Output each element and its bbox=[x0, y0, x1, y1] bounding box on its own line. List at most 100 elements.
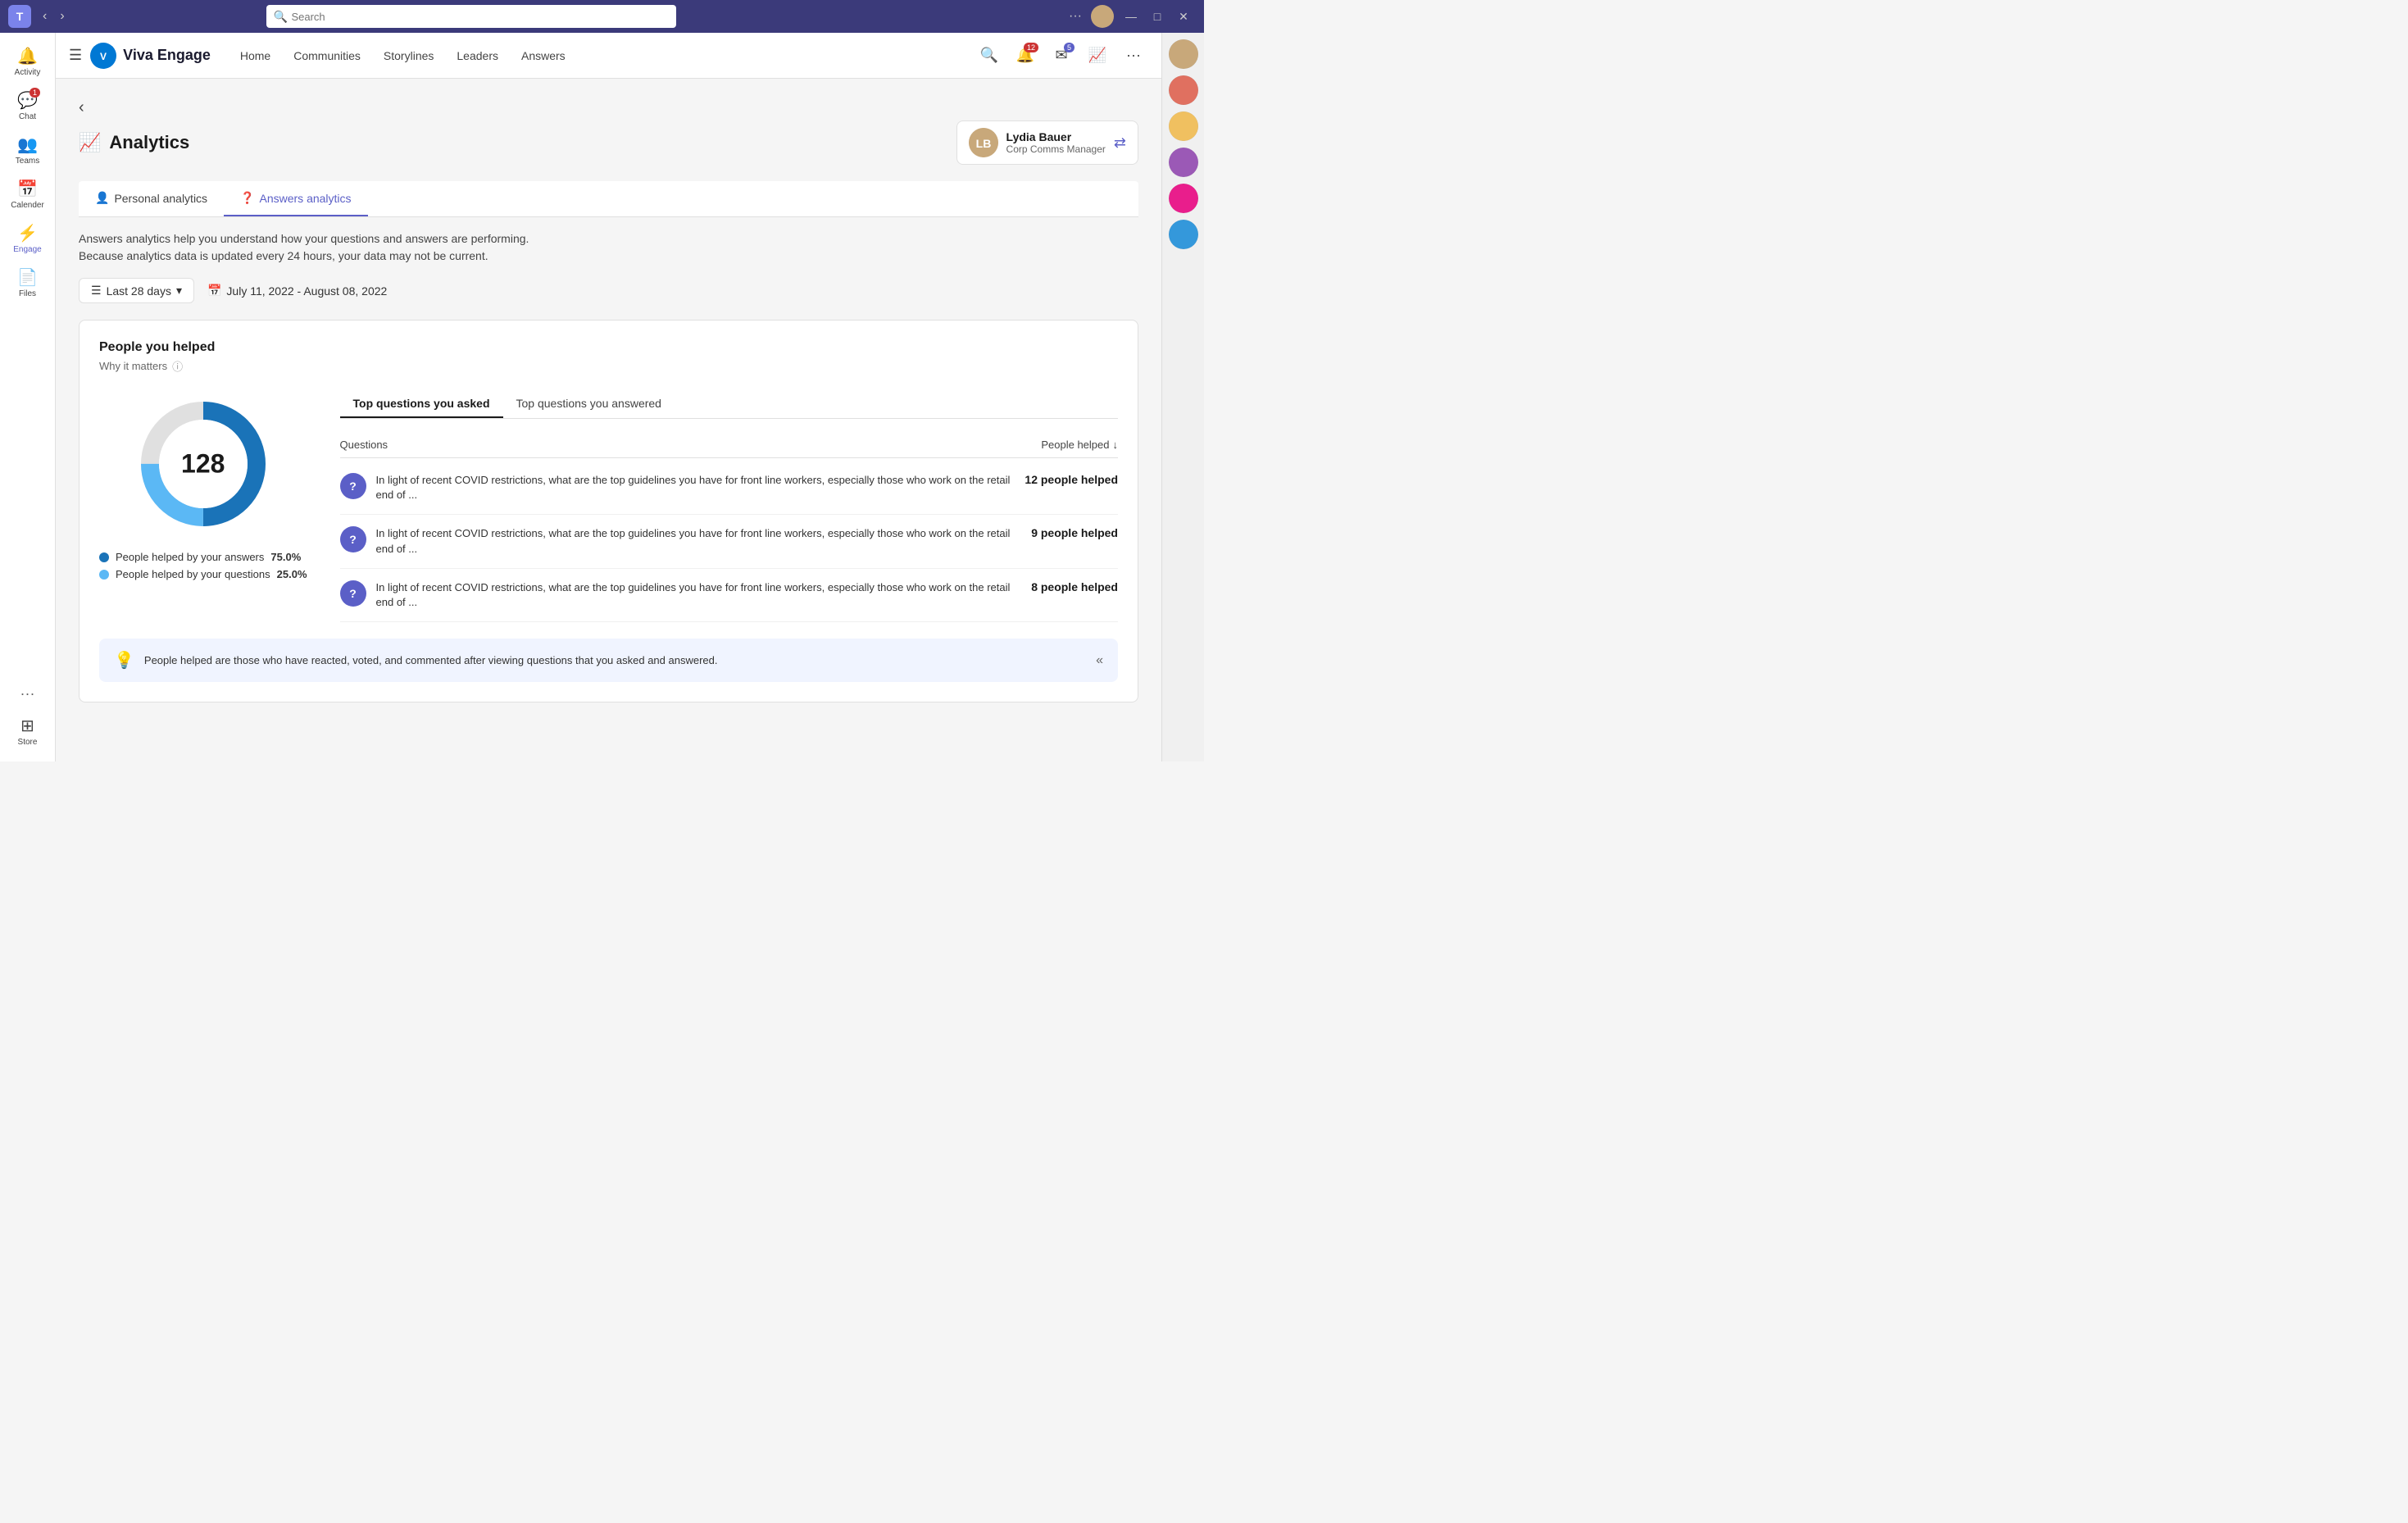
svg-text:LB: LB bbox=[975, 137, 991, 150]
table-row: ? In light of recent COVID restrictions,… bbox=[340, 569, 1118, 622]
search-button[interactable]: 🔍 bbox=[975, 41, 1004, 70]
table-row: ? In light of recent COVID restrictions,… bbox=[340, 515, 1118, 568]
sidebar-item-chat[interactable]: 💬 Chat 1 bbox=[0, 84, 55, 128]
questions-col-header: Questions bbox=[340, 439, 388, 451]
info-icon[interactable]: ⓘ bbox=[172, 358, 183, 374]
sidebar-item-teams[interactable]: 👥 Teams bbox=[0, 128, 55, 172]
sidebar-item-label: Store bbox=[18, 738, 38, 747]
title-actions: ··· — □ ✕ bbox=[1065, 4, 1196, 29]
close-button[interactable]: ✕ bbox=[1171, 4, 1196, 29]
notifications-badge: 12 bbox=[1024, 43, 1038, 52]
page-content: ‹ 📈 Analytics LB Lydia Bauer Corp Comms … bbox=[56, 79, 1161, 762]
table-tabs: Top questions you asked Top questions yo… bbox=[340, 390, 1118, 419]
collapse-note-button[interactable]: « bbox=[1096, 653, 1103, 668]
viva-engage-logo: V bbox=[90, 43, 116, 69]
analytics-title-icon: 📈 bbox=[79, 132, 101, 153]
tab-personal-analytics[interactable]: 👤 Personal analytics bbox=[79, 181, 224, 216]
analytics-button[interactable]: 📈 bbox=[1083, 41, 1112, 70]
user-name: Lydia Bauer bbox=[1006, 130, 1106, 143]
analytics-description: Answers analytics help you understand ho… bbox=[79, 230, 1138, 265]
right-panel-avatar-3[interactable] bbox=[1169, 148, 1198, 177]
search-input[interactable] bbox=[266, 5, 676, 28]
tab-top-questions-answered[interactable]: Top questions you answered bbox=[503, 390, 675, 418]
user-pill: LB Lydia Bauer Corp Comms Manager ⇄ bbox=[956, 120, 1138, 165]
right-panel-avatar-1[interactable] bbox=[1169, 75, 1198, 105]
nav-communities[interactable]: Communities bbox=[284, 44, 370, 67]
legend-item-answers: People helped by your answers 75.0% bbox=[99, 551, 307, 563]
sort-icon[interactable]: ↓ bbox=[1113, 439, 1119, 451]
switch-user-button[interactable]: ⇄ bbox=[1114, 134, 1126, 152]
right-panel-avatar-2[interactable] bbox=[1169, 111, 1198, 141]
nav-storylines[interactable]: Storylines bbox=[374, 44, 443, 67]
teams-icon: 👥 bbox=[17, 134, 38, 155]
footer-note-text: People helped are those who have reacted… bbox=[144, 654, 718, 666]
more-options-button[interactable]: ··· bbox=[1065, 7, 1086, 25]
search-bar: 🔍 bbox=[266, 5, 676, 28]
messages-button[interactable]: ✉ 5 bbox=[1047, 41, 1076, 70]
analytics-header: 📈 Analytics LB Lydia Bauer Corp Comms Ma… bbox=[79, 120, 1138, 165]
table-header: Questions People helped ↓ bbox=[340, 432, 1118, 458]
hamburger-button[interactable]: ☰ bbox=[69, 47, 82, 64]
user-role: Corp Comms Manager bbox=[1006, 143, 1106, 155]
period-label: Last 28 days bbox=[107, 284, 171, 298]
right-panel-avatar-0[interactable] bbox=[1169, 39, 1198, 69]
question-icon: ? bbox=[340, 473, 366, 499]
people-count: 8 people helped bbox=[1031, 580, 1118, 593]
user-avatar-title[interactable] bbox=[1091, 5, 1114, 28]
table-section: Top questions you asked Top questions yo… bbox=[340, 390, 1118, 622]
sidebar-item-calendar[interactable]: 📅 Calender bbox=[0, 172, 55, 216]
search-icon: 🔍 bbox=[273, 10, 287, 24]
content-area: ☰ V Viva Engage Home Communities Storyli… bbox=[56, 33, 1161, 762]
people-count: 12 people helped bbox=[1025, 473, 1118, 486]
sidebar-item-engage[interactable]: ⚡ Engage bbox=[0, 216, 55, 261]
main-layout: 🔔 Activity 💬 Chat 1 👥 Teams 📅 Calender ⚡… bbox=[0, 33, 1204, 762]
sidebar-item-label: Files bbox=[19, 289, 36, 298]
top-nav-links: Home Communities Storylines Leaders Answ… bbox=[230, 44, 575, 67]
people-count: 9 people helped bbox=[1031, 526, 1118, 539]
sidebar-item-label: Activity bbox=[15, 68, 41, 77]
right-panel bbox=[1161, 33, 1204, 762]
nav-home[interactable]: Home bbox=[230, 44, 280, 67]
notifications-button[interactable]: 🔔 12 bbox=[1011, 41, 1040, 70]
sidebar-nav: 🔔 Activity 💬 Chat 1 👥 Teams 📅 Calender ⚡… bbox=[0, 33, 56, 762]
filters-row: ☰ Last 28 days ▾ 📅 July 11, 2022 - Augus… bbox=[79, 278, 1138, 303]
back-button[interactable]: ‹ bbox=[38, 7, 52, 25]
nav-answers[interactable]: Answers bbox=[511, 44, 575, 67]
tab-answers-analytics[interactable]: ❓ Answers analytics bbox=[224, 181, 367, 216]
sidebar-bottom: ⊞ Store bbox=[18, 709, 38, 762]
sidebar-item-files[interactable]: 📄 Files bbox=[0, 261, 55, 305]
top-nav: ☰ V Viva Engage Home Communities Storyli… bbox=[56, 33, 1161, 79]
nav-leaders[interactable]: Leaders bbox=[447, 44, 508, 67]
back-button[interactable]: ‹ bbox=[79, 98, 84, 117]
nav-back-forward: ‹ › bbox=[38, 7, 70, 25]
question-text: In light of recent COVID restrictions, w… bbox=[376, 580, 1022, 610]
filter-icon: ☰ bbox=[91, 284, 102, 298]
maximize-button[interactable]: □ bbox=[1145, 4, 1170, 29]
more-button[interactable]: ··· bbox=[1119, 41, 1148, 70]
donut-chart: 128 bbox=[129, 390, 277, 538]
date-range: 📅 July 11, 2022 - August 08, 2022 bbox=[207, 284, 387, 298]
sidebar-item-store[interactable]: ⊞ Store bbox=[18, 709, 38, 753]
tab-top-questions-asked[interactable]: Top questions you asked bbox=[340, 390, 503, 418]
sidebar-more-button[interactable]: ··· bbox=[20, 685, 35, 702]
sidebar-item-label: Teams bbox=[16, 157, 39, 166]
sidebar-item-label: Chat bbox=[19, 112, 36, 121]
calendar-icon: 📅 bbox=[207, 284, 221, 298]
forward-button[interactable]: › bbox=[55, 7, 69, 25]
people-helped-card: People you helped Why it matters ⓘ bbox=[79, 320, 1138, 702]
app-icon: T bbox=[8, 5, 31, 28]
minimize-button[interactable]: — bbox=[1119, 4, 1143, 29]
calendar-icon: 📅 bbox=[17, 179, 38, 199]
sidebar-item-activity[interactable]: 🔔 Activity bbox=[0, 39, 55, 84]
user-info: Lydia Bauer Corp Comms Manager bbox=[1006, 130, 1106, 155]
messages-badge: 5 bbox=[1064, 43, 1075, 52]
right-panel-avatar-4[interactable] bbox=[1169, 184, 1198, 213]
app-name: Viva Engage bbox=[123, 47, 211, 64]
table-row: ? In light of recent COVID restrictions,… bbox=[340, 461, 1118, 515]
chart-legend: People helped by your answers 75.0% Peop… bbox=[99, 551, 307, 580]
footer-note: 💡 People helped are those who have react… bbox=[99, 639, 1118, 682]
period-filter-button[interactable]: ☰ Last 28 days ▾ bbox=[79, 278, 194, 303]
right-panel-avatar-5[interactable] bbox=[1169, 220, 1198, 249]
question-icon: ? bbox=[340, 526, 366, 552]
question-text: In light of recent COVID restrictions, w… bbox=[376, 526, 1022, 556]
